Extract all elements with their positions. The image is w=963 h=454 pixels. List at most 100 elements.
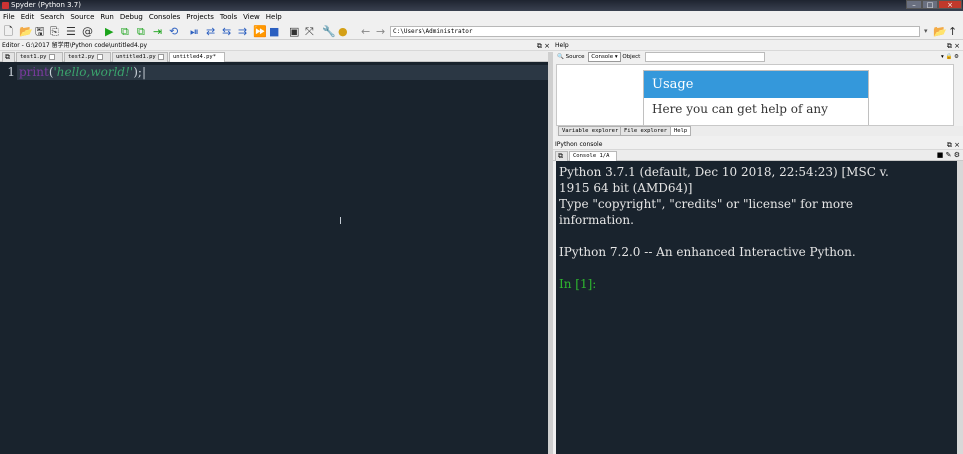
menu-view[interactable]: View <box>240 11 263 23</box>
lock-icon[interactable]: 🔍 <box>557 54 564 60</box>
menu-search[interactable]: Search <box>37 11 67 23</box>
close-tab-icon[interactable] <box>48 53 55 60</box>
parent-dir-icon[interactable]: ↑ <box>948 25 957 38</box>
menubar: File Edit Search Source Run Debug Consoles Proj… <box>0 11 963 23</box>
source-label: Source <box>565 54 585 60</box>
ipython-pane-header: IPython console ⧉ × <box>553 140 963 150</box>
usage-card: Usage Here you can get help of any <box>643 70 869 125</box>
console-line: information. <box>559 213 634 227</box>
tab-label: test1.py <box>20 54 47 60</box>
help-source-bar: 🔍 Source Console ▾ Object ▾ 🔒 ⚙ <box>553 52 963 63</box>
help-title: Help <box>555 42 569 49</box>
close-window-button[interactable]: × <box>938 0 962 9</box>
close-tab-icon[interactable] <box>157 53 164 60</box>
tab-untitled1[interactable]: untitled1.py <box>112 52 168 62</box>
at-icon[interactable]: @ <box>82 25 93 38</box>
pane-options-icon[interactable]: ⧉ × <box>537 41 550 51</box>
menu-run[interactable]: Run <box>97 11 116 23</box>
tab-console-1[interactable]: Console 1/A <box>569 151 617 168</box>
window-titlebar: Spyder (Python 3.7) – □ × <box>0 0 963 11</box>
menu-projects[interactable]: Projects <box>183 11 217 23</box>
menu-edit[interactable]: Edit <box>18 11 38 23</box>
open-file-icon[interactable]: 📂 <box>19 25 33 38</box>
code-editor[interactable]: 1 print('hello,world!');| <box>0 62 548 454</box>
menu-source[interactable]: Source <box>67 11 97 23</box>
run-cell-advance-icon[interactable]: ⧉ <box>137 25 145 38</box>
path-dropdown-icon[interactable]: ▾ <box>924 25 928 38</box>
source-select-value: Console <box>591 54 614 60</box>
tab-file-explorer[interactable]: File explorer <box>620 126 672 136</box>
close-tab-icon[interactable] <box>96 53 103 60</box>
code-line[interactable]: print('hello,world!');| <box>19 65 146 80</box>
list-icon[interactable]: ☰ <box>66 25 76 38</box>
code-keyword: print <box>19 65 49 79</box>
save-all-icon[interactable]: ⎘ <box>50 25 59 38</box>
menu-tools[interactable]: Tools <box>217 11 240 23</box>
help-options-icon[interactable]: ▾ 🔒 ⚙ <box>941 52 959 63</box>
menu-help[interactable]: Help <box>263 11 285 23</box>
code-string: 'hello,world!' <box>53 65 134 79</box>
tab-label: untitled1.py <box>116 54 156 60</box>
pane-splitter[interactable] <box>548 52 553 454</box>
editor-path: Editor - G:\2017 留学用\Python code\untitle… <box>2 42 148 49</box>
object-input[interactable] <box>645 52 766 62</box>
save-icon[interactable]: 🖫 <box>35 25 44 38</box>
run-cell-icon[interactable]: ⧉ <box>121 25 129 38</box>
console-line: Type "copyright", "credits" or "license"… <box>559 197 853 211</box>
continue-icon[interactable]: ⇉ <box>238 25 247 38</box>
help-content: Usage Here you can get help of any <box>556 64 954 126</box>
console-tabs: ⧉ Console 1/A ■ ✎ ⚙ <box>553 150 963 168</box>
debug-icon[interactable]: ⟲ <box>169 25 178 38</box>
ipython-console[interactable]: Python 3.7.1 (default, Dec 10 2018, 22:5… <box>556 161 957 454</box>
debug-step-icon[interactable]: ⏯ <box>190 25 199 38</box>
help-pane-tabs: Variable explorer File explorer Help <box>556 126 963 136</box>
tab-test1[interactable]: test1.py <box>16 52 63 62</box>
pane-options-icon[interactable]: ⧉ × <box>947 140 960 150</box>
code-paren-close: ); <box>133 65 142 79</box>
browse-folder-icon[interactable]: 📂 <box>933 25 947 38</box>
editor-pane-header: Editor - G:\2017 留学用\Python code\untitle… <box>0 41 553 51</box>
tab-label: Console 1/A <box>573 153 610 159</box>
browse-tabs-icon[interactable]: ⧉ <box>555 151 568 161</box>
help-pane-header: Help ⧉ × <box>553 41 963 51</box>
tab-label: untitled4.py* <box>173 54 217 60</box>
spyder-logo-icon <box>2 2 9 9</box>
step-into-icon[interactable]: ⇄ <box>206 25 215 38</box>
tab-untitled4[interactable]: untitled4.py* <box>169 52 225 69</box>
tab-help[interactable]: Help <box>670 126 692 136</box>
stop-icon[interactable]: ■ <box>269 25 279 38</box>
maximize-pane-icon[interactable]: ▣ <box>289 25 299 38</box>
console-options-icon[interactable]: ■ ✎ ⚙ <box>937 151 960 159</box>
menu-file[interactable]: File <box>0 11 18 23</box>
line-number: 1 <box>0 62 17 454</box>
usage-title: Usage <box>644 71 868 98</box>
fullscreen-icon[interactable]: ⤧ <box>305 25 314 38</box>
maximize-button[interactable]: □ <box>922 0 938 9</box>
new-file-icon[interactable]: 🗋 <box>4 25 13 38</box>
menu-consoles[interactable]: Consoles <box>146 11 183 23</box>
editor-tabs: ⧉ test1.py test2.py untitled1.py untitle… <box>0 51 548 69</box>
step-return-icon[interactable]: ⇆ <box>222 25 231 38</box>
python-path-icon[interactable]: ● <box>338 25 348 38</box>
browse-tabs-icon[interactable]: ⧉ <box>2 52 15 62</box>
menu-debug[interactable]: Debug <box>117 11 146 23</box>
window-title: Spyder (Python 3.7) <box>11 1 81 9</box>
console-prompt[interactable]: In [1]: <box>559 276 954 292</box>
pane-options-icon[interactable]: ⧉ × <box>947 41 960 51</box>
working-directory-input[interactable]: C:\Users\Administrator <box>390 26 920 37</box>
run-selection-icon[interactable]: ⇥ <box>153 25 162 38</box>
console-scrollbar[interactable] <box>957 161 963 454</box>
source-select[interactable]: Console ▾ <box>588 52 621 62</box>
tab-variable-explorer[interactable]: Variable explorer <box>558 126 623 136</box>
preferences-wrench-icon[interactable]: 🔧 <box>322 25 336 38</box>
continue-fast-icon[interactable]: ⏩ <box>253 25 267 38</box>
forward-icon[interactable]: → <box>376 25 385 38</box>
object-label: Object <box>622 54 641 60</box>
tab-test2[interactable]: test2.py <box>64 52 111 62</box>
minimize-button[interactable]: – <box>906 0 922 9</box>
run-icon[interactable]: ▶ <box>105 25 113 38</box>
back-icon[interactable]: ← <box>361 25 370 38</box>
tab-label: test2.py <box>68 54 95 60</box>
usage-text: Here you can get help of any <box>652 102 828 116</box>
